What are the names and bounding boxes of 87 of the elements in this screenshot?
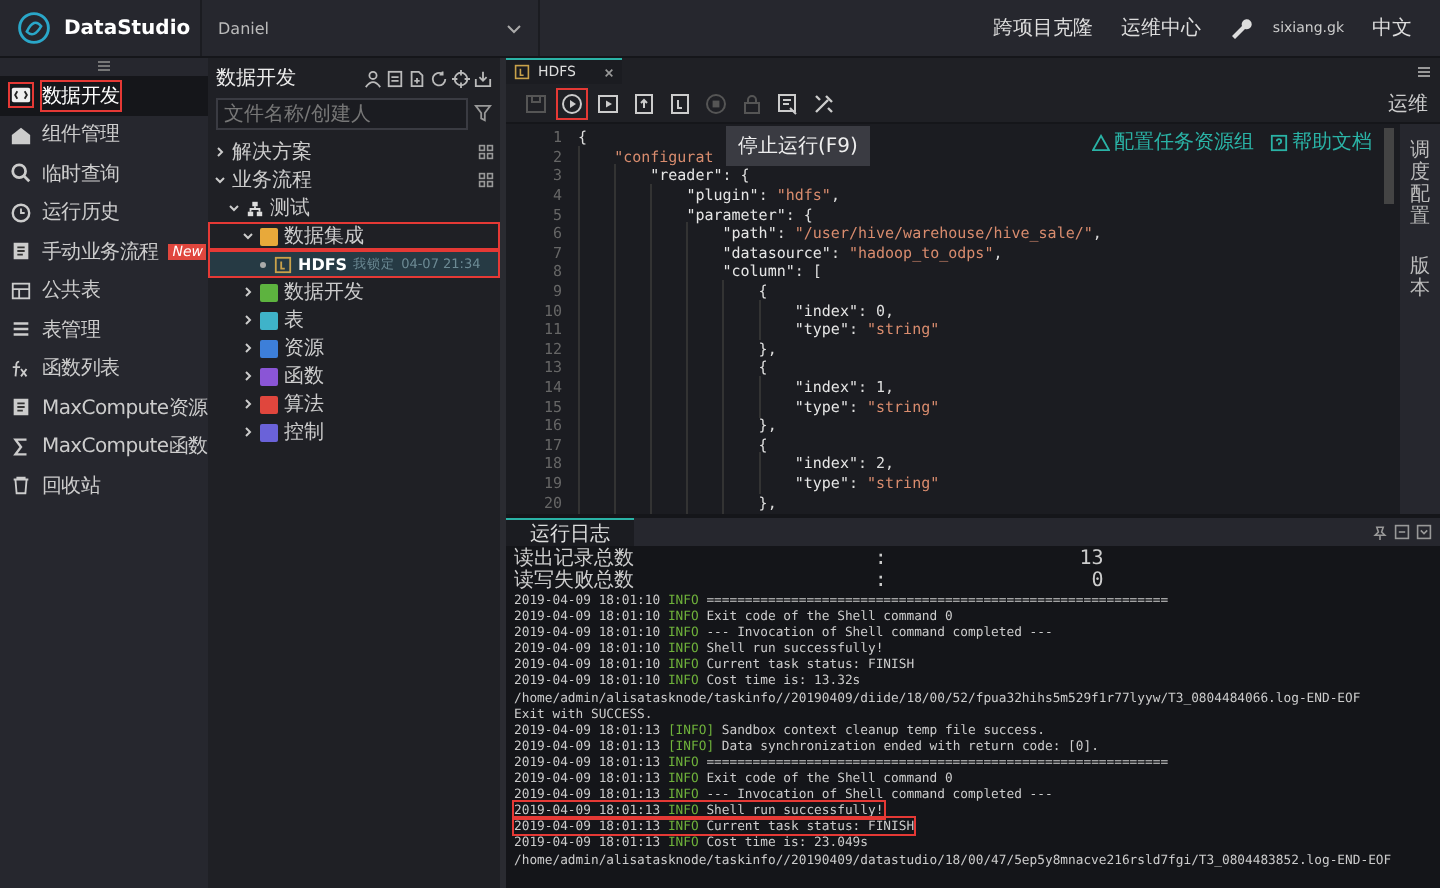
chevron-right-icon[interactable] — [242, 286, 254, 298]
chevron-right-icon[interactable] — [242, 398, 254, 410]
run-button[interactable] — [558, 89, 586, 117]
collapse-panel-icon[interactable] — [1416, 524, 1432, 540]
document-icon — [10, 396, 32, 419]
person-icon[interactable] — [364, 69, 382, 87]
log-tab[interactable]: 运行日志 — [506, 517, 634, 547]
panel-title: 数据开发 — [216, 66, 296, 92]
nav-item[interactable]: 临时查询 — [0, 154, 208, 193]
app-name: DataStudio — [64, 17, 191, 39]
collapse-icon[interactable] — [96, 58, 112, 74]
nav-item[interactable]: 函数列表 — [0, 349, 208, 388]
chevron-down-icon[interactable] — [242, 230, 254, 242]
wrench-icon[interactable] — [1228, 16, 1253, 40]
tree-item[interactable]: 控制 — [208, 418, 500, 446]
workspace-dropdown[interactable]: Daniel — [200, 0, 540, 56]
chevron-right-icon[interactable] — [242, 314, 254, 326]
language-link[interactable]: 中文 — [1372, 14, 1412, 42]
nav-item[interactable]: 组件管理 — [0, 115, 208, 154]
nav-item[interactable]: MaxCompute资源 — [0, 388, 208, 427]
chevron-right-icon[interactable] — [242, 370, 254, 382]
document-icon[interactable] — [386, 69, 404, 87]
chevron-icon — [506, 23, 522, 33]
house-icon — [10, 123, 32, 146]
menu-icon[interactable] — [1416, 63, 1432, 79]
nav-item[interactable]: 表管理 — [0, 310, 208, 349]
nav-item[interactable]: 运行历史 — [0, 193, 208, 232]
nav-item[interactable]: MaxCompute函数 — [0, 427, 208, 466]
maximize-icon[interactable] — [1394, 524, 1410, 540]
function-icon — [10, 357, 32, 380]
chevron-right-icon[interactable] — [242, 426, 254, 438]
tree-item[interactable]: 资源 — [208, 334, 500, 362]
header-link[interactable]: 跨项目克隆 — [992, 14, 1093, 42]
tree-item[interactable]: 算法 — [208, 390, 500, 418]
unpin-icon[interactable] — [1372, 524, 1388, 540]
tree-section[interactable]: 业务流程 — [208, 166, 500, 194]
tree-section[interactable]: 解决方案 — [208, 138, 500, 166]
target-icon[interactable] — [452, 69, 470, 87]
close-icon[interactable] — [604, 67, 614, 77]
format-button[interactable] — [774, 89, 802, 117]
table-icon — [10, 279, 32, 302]
trash-icon — [10, 474, 32, 497]
chevron-down-icon[interactable] — [228, 202, 240, 214]
tooltip: 停止运行(F9) — [726, 126, 870, 166]
node-icon — [514, 64, 530, 80]
tree-item[interactable]: 数据开发 — [208, 278, 500, 306]
list-icon — [10, 318, 32, 341]
document-plus-icon[interactable] — [408, 69, 426, 87]
grid-icon[interactable] — [478, 172, 494, 188]
sigma-icon — [10, 435, 32, 458]
chevron-right-icon[interactable] — [214, 146, 226, 158]
operations-link[interactable]: 运维 — [1388, 89, 1428, 117]
run-with-parameters-button[interactable] — [594, 89, 622, 117]
hierarchy-icon — [246, 199, 264, 217]
scrollbar[interactable] — [1384, 128, 1394, 204]
node-icon — [274, 255, 292, 273]
refresh-icon[interactable] — [430, 69, 448, 87]
tool-button[interactable] — [810, 89, 838, 117]
side-tab[interactable]: 调度配置 — [1410, 140, 1430, 228]
nav-item[interactable]: 数据开发 — [0, 76, 208, 115]
search-icon — [10, 162, 32, 185]
code-icon — [10, 84, 32, 107]
chevron-down-icon[interactable] — [214, 174, 226, 186]
document-icon — [10, 240, 32, 263]
warning-icon — [1092, 133, 1110, 151]
log-line: 读出记录总数 : 13 — [514, 550, 1104, 570]
tree-item[interactable]: 函数 — [208, 362, 500, 390]
chevron-right-icon[interactable] — [242, 342, 254, 354]
help-docs-link[interactable]: 帮助文档 — [1270, 128, 1372, 156]
clock-icon — [10, 201, 32, 224]
nav-item[interactable]: 回收站 — [0, 466, 208, 505]
tree-item[interactable]: 测试 — [208, 194, 500, 222]
resource-group-link[interactable]: 配置任务资源组 — [1092, 128, 1254, 156]
help-icon — [1270, 133, 1288, 151]
header-link[interactable]: 运维中心 — [1120, 14, 1201, 42]
side-tab[interactable]: 版本 — [1410, 256, 1430, 300]
filter-icon[interactable] — [474, 104, 492, 122]
logo-icon — [16, 10, 52, 46]
tree-item[interactable]: 表 — [208, 306, 500, 334]
grid-icon[interactable] — [478, 144, 494, 160]
nav-item[interactable]: 公共表 — [0, 271, 208, 310]
log-line: 读写失败总数 : 0 — [514, 571, 1104, 592]
search-field[interactable]: 文件名称/创建人 — [216, 98, 468, 130]
submit-button[interactable] — [630, 89, 658, 117]
import-icon[interactable] — [474, 69, 492, 87]
publish-button[interactable] — [666, 89, 694, 117]
tree-item[interactable]: 数据集成 — [208, 222, 500, 250]
